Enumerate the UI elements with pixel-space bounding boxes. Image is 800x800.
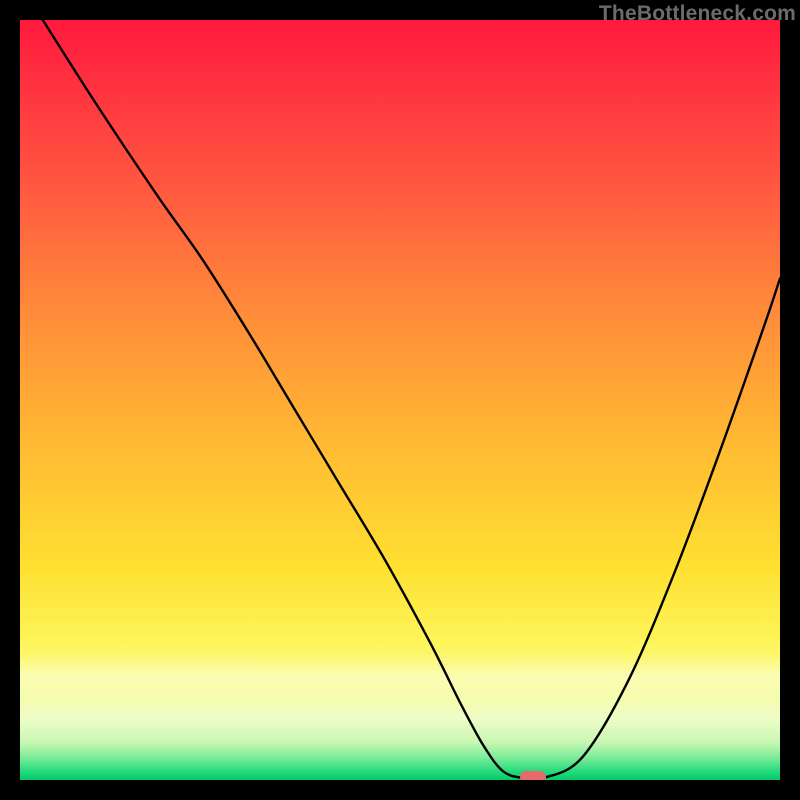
- chart-frame: TheBottleneck.com: [0, 0, 800, 800]
- plot-area: [20, 20, 780, 780]
- curve-path: [43, 20, 780, 780]
- bottleneck-curve: [20, 20, 780, 780]
- watermark-text: TheBottleneck.com: [599, 2, 796, 26]
- optimal-marker: [520, 771, 546, 780]
